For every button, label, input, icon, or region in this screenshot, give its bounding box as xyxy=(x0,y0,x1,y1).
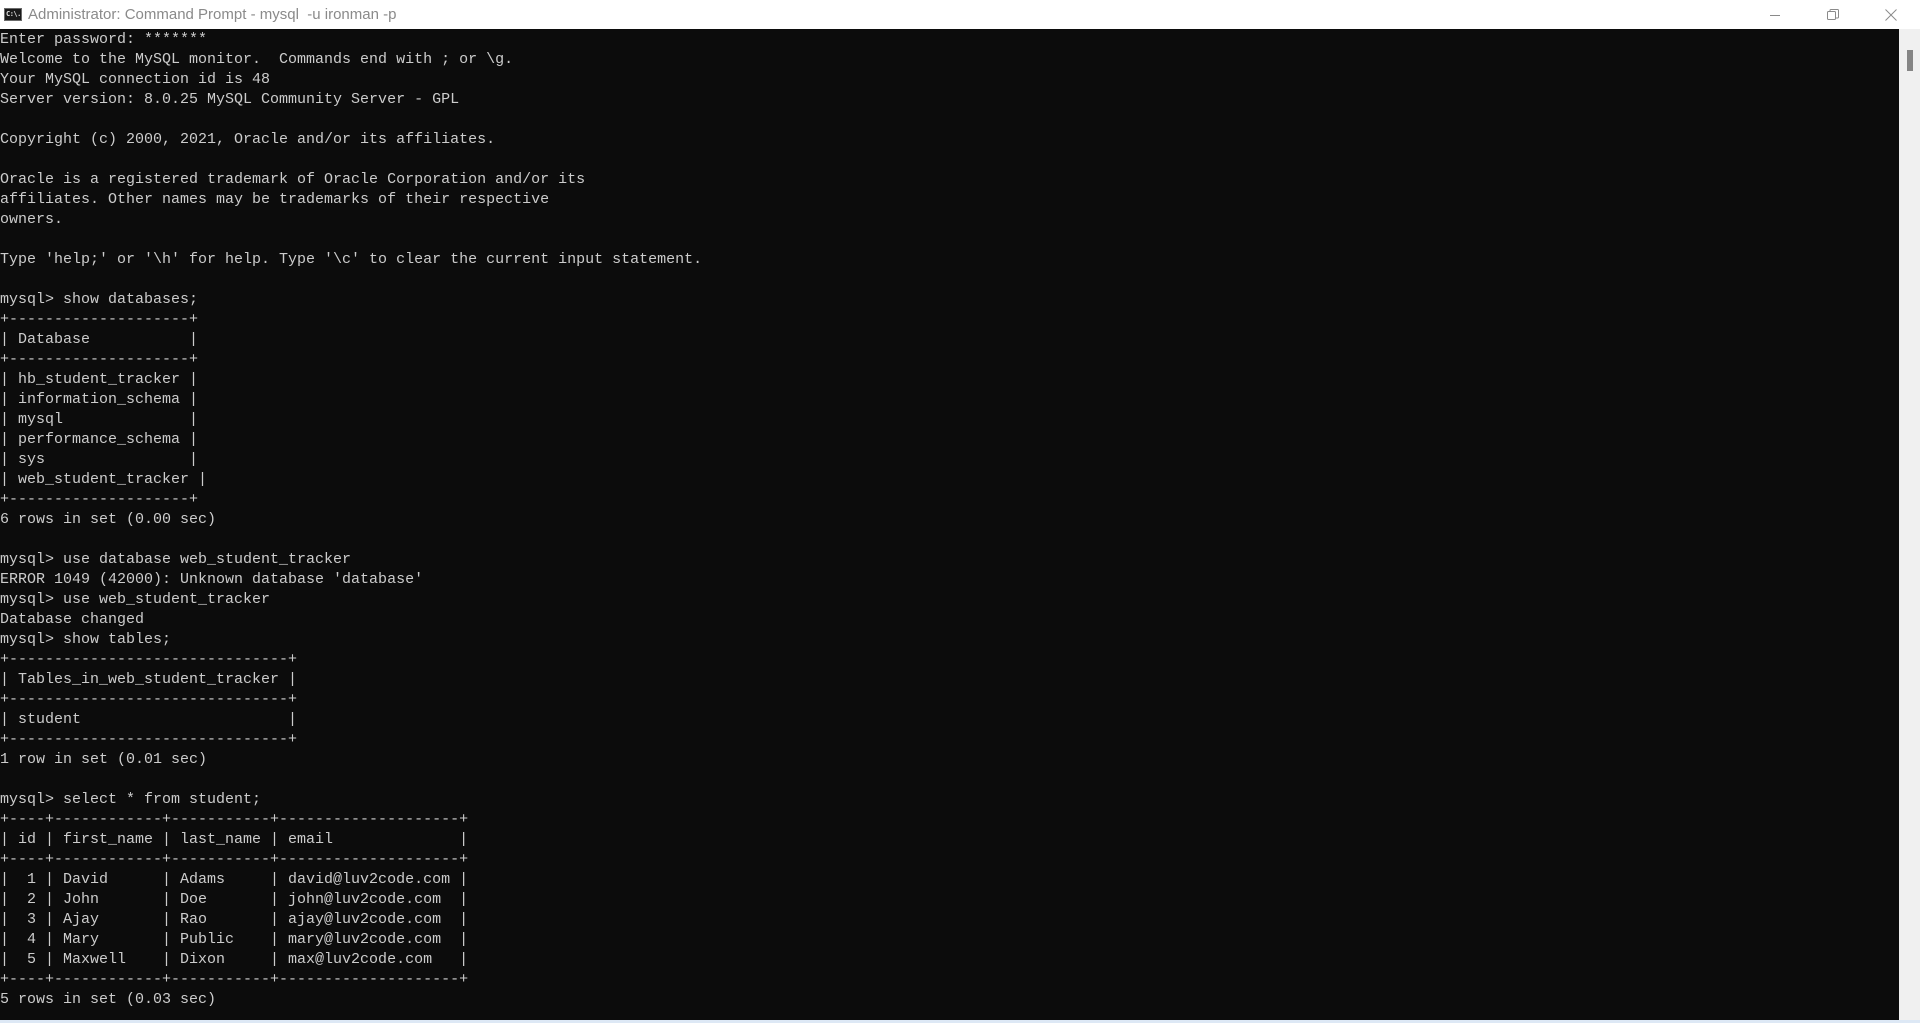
console-line: | sys | xyxy=(0,451,199,468)
console-line: +--------------------+ xyxy=(0,491,199,508)
console-line: +----+------------+-----------+---------… xyxy=(0,971,469,988)
console-line: | student | xyxy=(0,711,298,728)
console-line: mysql> use database web_student_tracker xyxy=(0,551,352,568)
console-line: | 5 | Maxwell | Dixon | max@luv2code.com… xyxy=(0,951,469,968)
console-line: Enter password: ******* xyxy=(0,31,208,48)
command-prompt-window: C:\. Administrator: Command Prompt - mys… xyxy=(0,0,1920,1023)
console-text: Enter password: ******* Welcome to the My… xyxy=(0,29,1899,1010)
console-line: +-------------------------------+ xyxy=(0,731,298,748)
console-line: | Tables_in_web_student_tracker | xyxy=(0,671,298,688)
console-line: +--------------------+ xyxy=(0,351,199,368)
console-line: +----+------------+-----------+---------… xyxy=(0,851,469,868)
console-line: | information_schema | xyxy=(0,391,199,408)
console-line: ERROR 1049 (42000): Unknown database 'da… xyxy=(0,571,424,588)
console-line: | web_student_tracker | xyxy=(0,471,208,488)
console-line: owners. xyxy=(0,211,64,228)
window-controls xyxy=(1746,0,1920,29)
console-line: Server version: 8.0.25 MySQL Community S… xyxy=(0,91,460,108)
console-line: mysql> use web_student_tracker xyxy=(0,591,271,608)
restore-icon xyxy=(1827,8,1839,20)
console-line: | Database | xyxy=(0,331,199,348)
console-line: | mysql | xyxy=(0,411,199,428)
console-line: mysql> select * from student; xyxy=(0,791,262,808)
minimize-icon xyxy=(1770,14,1780,16)
console-line: Type 'help;' or '\h' for help. Type '\c'… xyxy=(0,251,703,268)
console-line: +--------------------+ xyxy=(0,311,199,328)
console-line: mysql> show tables; xyxy=(0,631,172,648)
vertical-scrollbar[interactable] xyxy=(1899,29,1920,1020)
console-line: +-------------------------------+ xyxy=(0,651,298,668)
console-line: 1 row in set (0.01 sec) xyxy=(0,751,208,768)
title-bar[interactable]: C:\. Administrator: Command Prompt - mys… xyxy=(0,0,1920,29)
close-button[interactable] xyxy=(1862,0,1920,29)
console-line: +-------------------------------+ xyxy=(0,691,298,708)
console-line: Oracle is a registered trademark of Orac… xyxy=(0,171,586,188)
console-line: | hb_student_tracker | xyxy=(0,371,199,388)
console-line: Copyright (c) 2000, 2021, Oracle and/or … xyxy=(0,131,496,148)
console-line: affiliates. Other names may be trademark… xyxy=(0,191,550,208)
console-line: 5 rows in set (0.03 sec) xyxy=(0,991,217,1008)
minimize-button[interactable] xyxy=(1746,0,1804,29)
console-line: Welcome to the MySQL monitor. Commands e… xyxy=(0,51,514,68)
console-line: Database changed xyxy=(0,611,145,628)
console-line: 6 rows in set (0.00 sec) xyxy=(0,511,217,528)
console-line: | performance_schema | xyxy=(0,431,199,448)
console-line: | 3 | Ajay | Rao | ajay@luv2code.com | xyxy=(0,911,469,928)
console-output[interactable]: Enter password: ******* Welcome to the My… xyxy=(0,29,1899,1020)
console-line: | 1 | David | Adams | david@luv2code.com… xyxy=(0,871,469,888)
scrollbar-thumb[interactable] xyxy=(1907,50,1913,71)
restore-button[interactable] xyxy=(1804,0,1862,29)
console-line: Your MySQL connection id is 48 xyxy=(0,71,271,88)
console-line: | 2 | John | Doe | john@luv2code.com | xyxy=(0,891,469,908)
app-icon-glyph: C:\. xyxy=(6,10,21,18)
command-prompt-icon: C:\. xyxy=(4,8,22,21)
close-icon xyxy=(1885,8,1897,21)
console-line: mysql> show databases; xyxy=(0,291,199,308)
console-line: | id | first_name | last_name | email | xyxy=(0,831,469,848)
console-line: | 4 | Mary | Public | mary@luv2code.com … xyxy=(0,931,469,948)
window-title: Administrator: Command Prompt - mysql -u… xyxy=(28,6,397,23)
console-line: +----+------------+-----------+---------… xyxy=(0,811,469,828)
